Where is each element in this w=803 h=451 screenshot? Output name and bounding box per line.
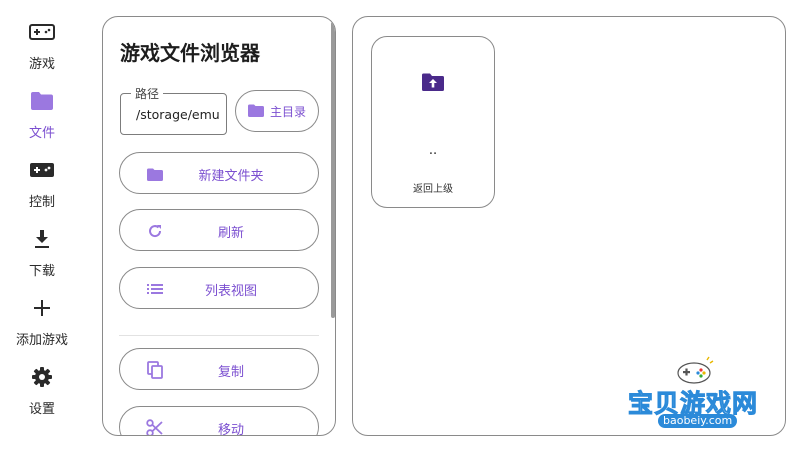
watermark-domain: baobeiy.com: [658, 414, 738, 428]
path-input[interactable]: /storage/emu: [136, 107, 224, 122]
nav-label-add-game: 添加游戏: [15, 333, 68, 348]
nav-item-files[interactable]: 文件: [0, 89, 84, 155]
move-label: 移动: [217, 423, 244, 436]
copy-button[interactable]: 复制: [119, 348, 319, 390]
path-label: 路径: [131, 85, 164, 102]
nav-item-settings[interactable]: 设置: [0, 365, 84, 431]
nav-label-controls: 控制: [28, 195, 55, 210]
parent-folder-tile[interactable]: .. 返回上级: [371, 36, 495, 208]
refresh-button[interactable]: 刷新: [119, 209, 319, 251]
folder-icon: [247, 102, 264, 121]
plus-icon: [29, 296, 55, 320]
controller-icon: [29, 158, 55, 182]
file-browser-panel: 游戏文件浏览器 路径 /storage/emu 主目录 新建文件夹 刷新 列表视…: [102, 16, 336, 436]
panel-divider: [119, 335, 319, 336]
new-folder-label: 新建文件夹: [198, 169, 264, 184]
copy-label: 复制: [217, 365, 244, 380]
panel-title: 游戏文件浏览器: [120, 41, 260, 65]
home-button[interactable]: 主目录: [235, 90, 319, 132]
nav-label-files: 文件: [28, 126, 55, 141]
nav-label-downloads: 下载: [28, 264, 55, 279]
refresh-label: 刷新: [217, 226, 244, 241]
app-root: 游戏 文件 控制 下载 添加游戏 设置 游戏文件浏览器 路径 /storage/…: [0, 0, 803, 451]
path-field[interactable]: 路径 /storage/emu: [120, 85, 227, 135]
folder-icon: [29, 89, 55, 113]
folder-up-icon: [422, 73, 444, 95]
home-button-label: 主目录: [269, 104, 306, 119]
nav-label-games: 游戏: [28, 57, 55, 72]
download-icon: [29, 227, 55, 251]
list-view-button[interactable]: 列表视图: [119, 267, 319, 309]
site-watermark: 宝贝游戏网 baobeiy.com: [622, 356, 772, 434]
file-caption: 返回上级: [413, 184, 453, 195]
file-name: ..: [428, 143, 438, 158]
gamepad-icon: [29, 20, 55, 44]
nav-item-games[interactable]: 游戏: [0, 20, 84, 86]
move-button[interactable]: 移动: [119, 406, 319, 436]
nav-label-settings: 设置: [28, 402, 55, 417]
nav-item-controls[interactable]: 控制: [0, 158, 84, 224]
panel-scrollbar[interactable]: [331, 22, 335, 318]
nav-item-add-game[interactable]: 添加游戏: [0, 296, 84, 362]
list-view-label: 列表视图: [204, 284, 257, 299]
nav-item-downloads[interactable]: 下载: [0, 227, 84, 293]
gear-icon: [29, 365, 55, 389]
new-folder-button[interactable]: 新建文件夹: [119, 152, 319, 194]
